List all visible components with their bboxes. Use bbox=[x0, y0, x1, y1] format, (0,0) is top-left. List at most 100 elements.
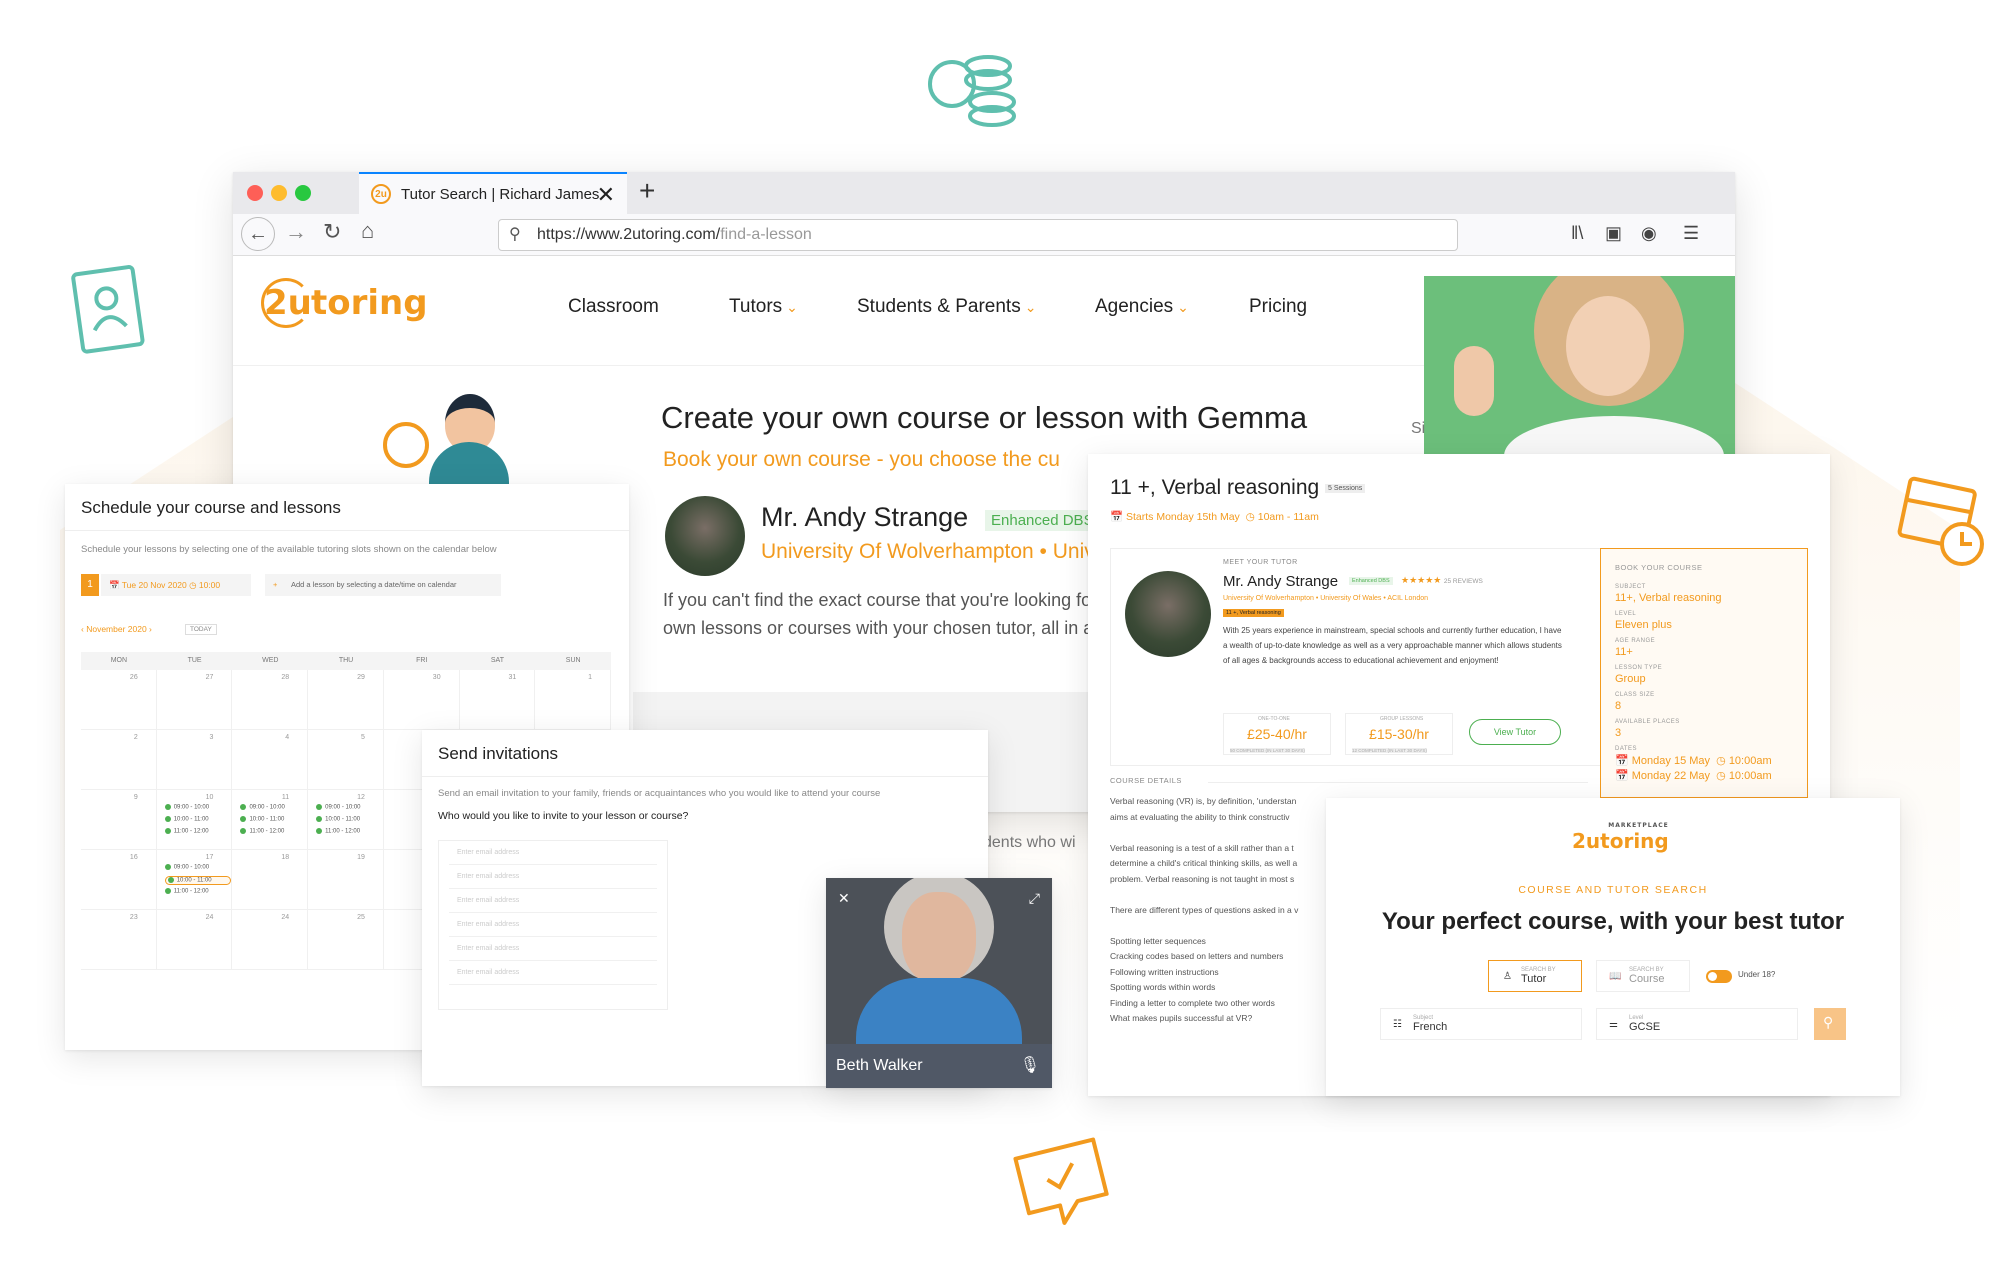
id-card-icon bbox=[71, 265, 145, 354]
maximize-window-button[interactable] bbox=[295, 185, 311, 201]
plus-icon: + bbox=[273, 580, 278, 589]
invite-title: Send invitations bbox=[438, 744, 559, 763]
nav-students-parents[interactable]: Students & Parents ⌄ bbox=[857, 296, 1036, 318]
under18-toggle[interactable] bbox=[1706, 970, 1732, 983]
close-tab-icon[interactable]: ✕ bbox=[597, 182, 615, 208]
slot[interactable]: 11:00 - 12:00 bbox=[316, 828, 360, 835]
slot[interactable]: 09:00 - 10:00 bbox=[165, 864, 209, 871]
slot[interactable]: 09:00 - 10:00 bbox=[165, 804, 209, 811]
tutor-bio: With 25 years experience in mainstream, … bbox=[1223, 626, 1562, 665]
level-select[interactable]: ⚌ Level GCSE bbox=[1596, 1008, 1798, 1040]
email-field[interactable]: Enter email address bbox=[449, 841, 657, 865]
selected-date-chip[interactable]: 📅 Tue 20 Nov 2020 ◷ 10:00 bbox=[101, 574, 251, 596]
email-field[interactable]: Enter email address bbox=[449, 865, 657, 889]
chevron-down-icon: ⌄ bbox=[786, 299, 798, 315]
date-row[interactable]: 📅 Monday 15 May ◷ 10:00am bbox=[1615, 754, 1807, 767]
close-icon[interactable]: ✕ bbox=[838, 890, 850, 907]
calendar-clock-icon bbox=[1897, 476, 1984, 566]
meet-label: MEET YOUR TUTOR bbox=[1223, 559, 1298, 566]
slot[interactable]: 11:00 - 12:00 bbox=[165, 828, 209, 835]
nav-agencies[interactable]: Agencies ⌄ bbox=[1095, 296, 1189, 318]
chevron-down-icon: ⌄ bbox=[1024, 299, 1037, 315]
invite-question: Who would you like to invite to your les… bbox=[438, 810, 689, 822]
tab-title: Tutor Search | Richard James bbox=[401, 185, 600, 203]
course-tutor-unis: University Of Wolverhampton • University… bbox=[1223, 595, 1428, 602]
slot[interactable]: 09:00 - 10:00 bbox=[240, 804, 284, 811]
video-name-bar: Beth Walker 🎙 bbox=[826, 1044, 1052, 1088]
slot[interactable]: 09:00 - 10:00 bbox=[316, 804, 360, 811]
forward-arrow-icon[interactable]: → bbox=[285, 219, 307, 245]
slot[interactable]: 11:00 - 12:00 bbox=[240, 828, 284, 835]
step-badge: 1 bbox=[81, 574, 99, 596]
tab-bar: 2u Tutor Search | Richard James ✕ + bbox=[233, 172, 1735, 214]
search-button[interactable]: ⚲ bbox=[1814, 1008, 1846, 1040]
clock-icon bbox=[383, 422, 429, 468]
chevron-down-icon: ⌄ bbox=[1177, 299, 1189, 315]
participant-face bbox=[902, 892, 976, 984]
expand-icon[interactable]: ⤢ bbox=[1029, 890, 1040, 907]
rating-stars: ★★★★★ 25 REVIEWS bbox=[1401, 575, 1483, 585]
book-course-panel: BOOK YOUR COURSE SUBJECT 11+, Verbal reas… bbox=[1600, 548, 1808, 798]
slot[interactable]: 10:00 - 11:00 bbox=[165, 816, 209, 823]
video-tile[interactable]: ✕ ⤢ Beth Walker 🎙 bbox=[826, 878, 1052, 1088]
chat-check-icon bbox=[1013, 1137, 1109, 1225]
search-icon: ⚲ bbox=[1823, 1014, 1834, 1030]
search-by-tutor[interactable]: ♙ SEARCH BY Tutor bbox=[1488, 960, 1582, 992]
date-row[interactable]: 📅 Monday 22 May ◷ 10:00am bbox=[1615, 769, 1807, 782]
account-icon[interactable]: ◉ bbox=[1641, 223, 1657, 244]
subject-icon: ☷ bbox=[1393, 1019, 1402, 1030]
search-by-course[interactable]: 📖 SEARCH BY Course bbox=[1596, 960, 1690, 992]
search-title: Your perfect course, with your best tuto… bbox=[1381, 908, 1845, 935]
sessions-badge: 5 Sessions bbox=[1325, 483, 1366, 493]
sidebar-icon[interactable]: ▣ bbox=[1605, 223, 1622, 244]
slot-selected[interactable]: 10:00 - 11:00 bbox=[164, 876, 231, 885]
subject-select[interactable]: ☷ Subject French bbox=[1380, 1008, 1582, 1040]
nav-classroom[interactable]: Classroom bbox=[568, 296, 659, 318]
group-price: GROUP LESSONS £15-30/hr 12 COMPLETED (IN L… bbox=[1345, 713, 1453, 755]
coins-icon bbox=[928, 55, 1016, 127]
one-to-one-price: ONE-TO-ONE £25-40/hr 50 COMPLETED (IN LAST… bbox=[1223, 713, 1331, 755]
nav-tutors[interactable]: Tutors ⌄ bbox=[729, 296, 798, 318]
dbs-badge: Enhanced DBS bbox=[1349, 577, 1393, 585]
tutor-name: Mr. Andy Strange bbox=[761, 502, 969, 532]
search-icon: ⚲ bbox=[509, 226, 521, 243]
course-title: 11 +, Verbal reasoning 5 Sessions bbox=[1110, 476, 1366, 500]
back-arrow-icon[interactable]: ← bbox=[241, 217, 275, 251]
close-window-button[interactable] bbox=[247, 185, 263, 201]
email-field[interactable]: Enter email address bbox=[449, 889, 657, 913]
course-details: Verbal reasoning (VR) is, by definition,… bbox=[1110, 796, 1299, 1023]
email-field[interactable]: Enter email address bbox=[449, 937, 657, 961]
today-button[interactable]: TODAY bbox=[185, 624, 217, 635]
dbs-badge: Enhanced DBS bbox=[985, 510, 1100, 531]
month-label[interactable]: ‹ November 2020 › bbox=[81, 624, 152, 634]
email-field[interactable]: Enter email address bbox=[449, 913, 657, 937]
cutoff-text: dents who wi bbox=[983, 834, 1076, 851]
site-logo[interactable]: 2utoring bbox=[261, 278, 428, 328]
page-subtitle: Book your own course - you choose the cu bbox=[663, 448, 1060, 471]
slot[interactable]: 10:00 - 11:00 bbox=[240, 816, 284, 823]
participant-name: Beth Walker bbox=[836, 1057, 923, 1074]
course-schedule: 📅 Starts Monday 15th May ◷ 10am - 11am bbox=[1110, 511, 1319, 523]
library-icon[interactable]: ‖\ bbox=[1571, 223, 1583, 244]
menu-icon[interactable]: ☰ bbox=[1683, 223, 1699, 244]
schedule-title: Schedule your course and lessons bbox=[81, 498, 341, 517]
sliders-icon: ⚌ bbox=[1609, 1019, 1618, 1030]
browser-tab[interactable]: 2u Tutor Search | Richard James ✕ bbox=[359, 172, 627, 214]
tutor-avatar bbox=[665, 496, 745, 576]
reload-icon[interactable]: ↻ bbox=[323, 219, 341, 245]
tutor-avatar bbox=[1125, 571, 1211, 657]
microphone-icon: 🎙 bbox=[1019, 1057, 1040, 1074]
slot[interactable]: 11:00 - 12:00 bbox=[165, 888, 209, 895]
page-title: Create your own course or lesson with Ge… bbox=[661, 400, 1308, 435]
email-field[interactable]: Enter email address bbox=[449, 961, 657, 985]
add-lesson-hint[interactable]: + Add a lesson by selecting a date/time o… bbox=[265, 574, 501, 596]
view-tutor-button[interactable]: View Tutor bbox=[1469, 719, 1561, 745]
tutor-photo bbox=[1424, 276, 1735, 456]
minimize-window-button[interactable] bbox=[271, 185, 287, 201]
home-icon[interactable]: ⌂ bbox=[361, 218, 374, 244]
address-bar[interactable]: ⚲ https://www.2utoring.com/find-a-lesson bbox=[498, 219, 1458, 251]
slot[interactable]: 10:00 - 11:00 bbox=[316, 816, 360, 823]
nav-pricing[interactable]: Pricing bbox=[1249, 296, 1307, 318]
new-tab-icon[interactable]: + bbox=[639, 175, 655, 207]
user-icon: ♙ bbox=[1503, 971, 1512, 982]
